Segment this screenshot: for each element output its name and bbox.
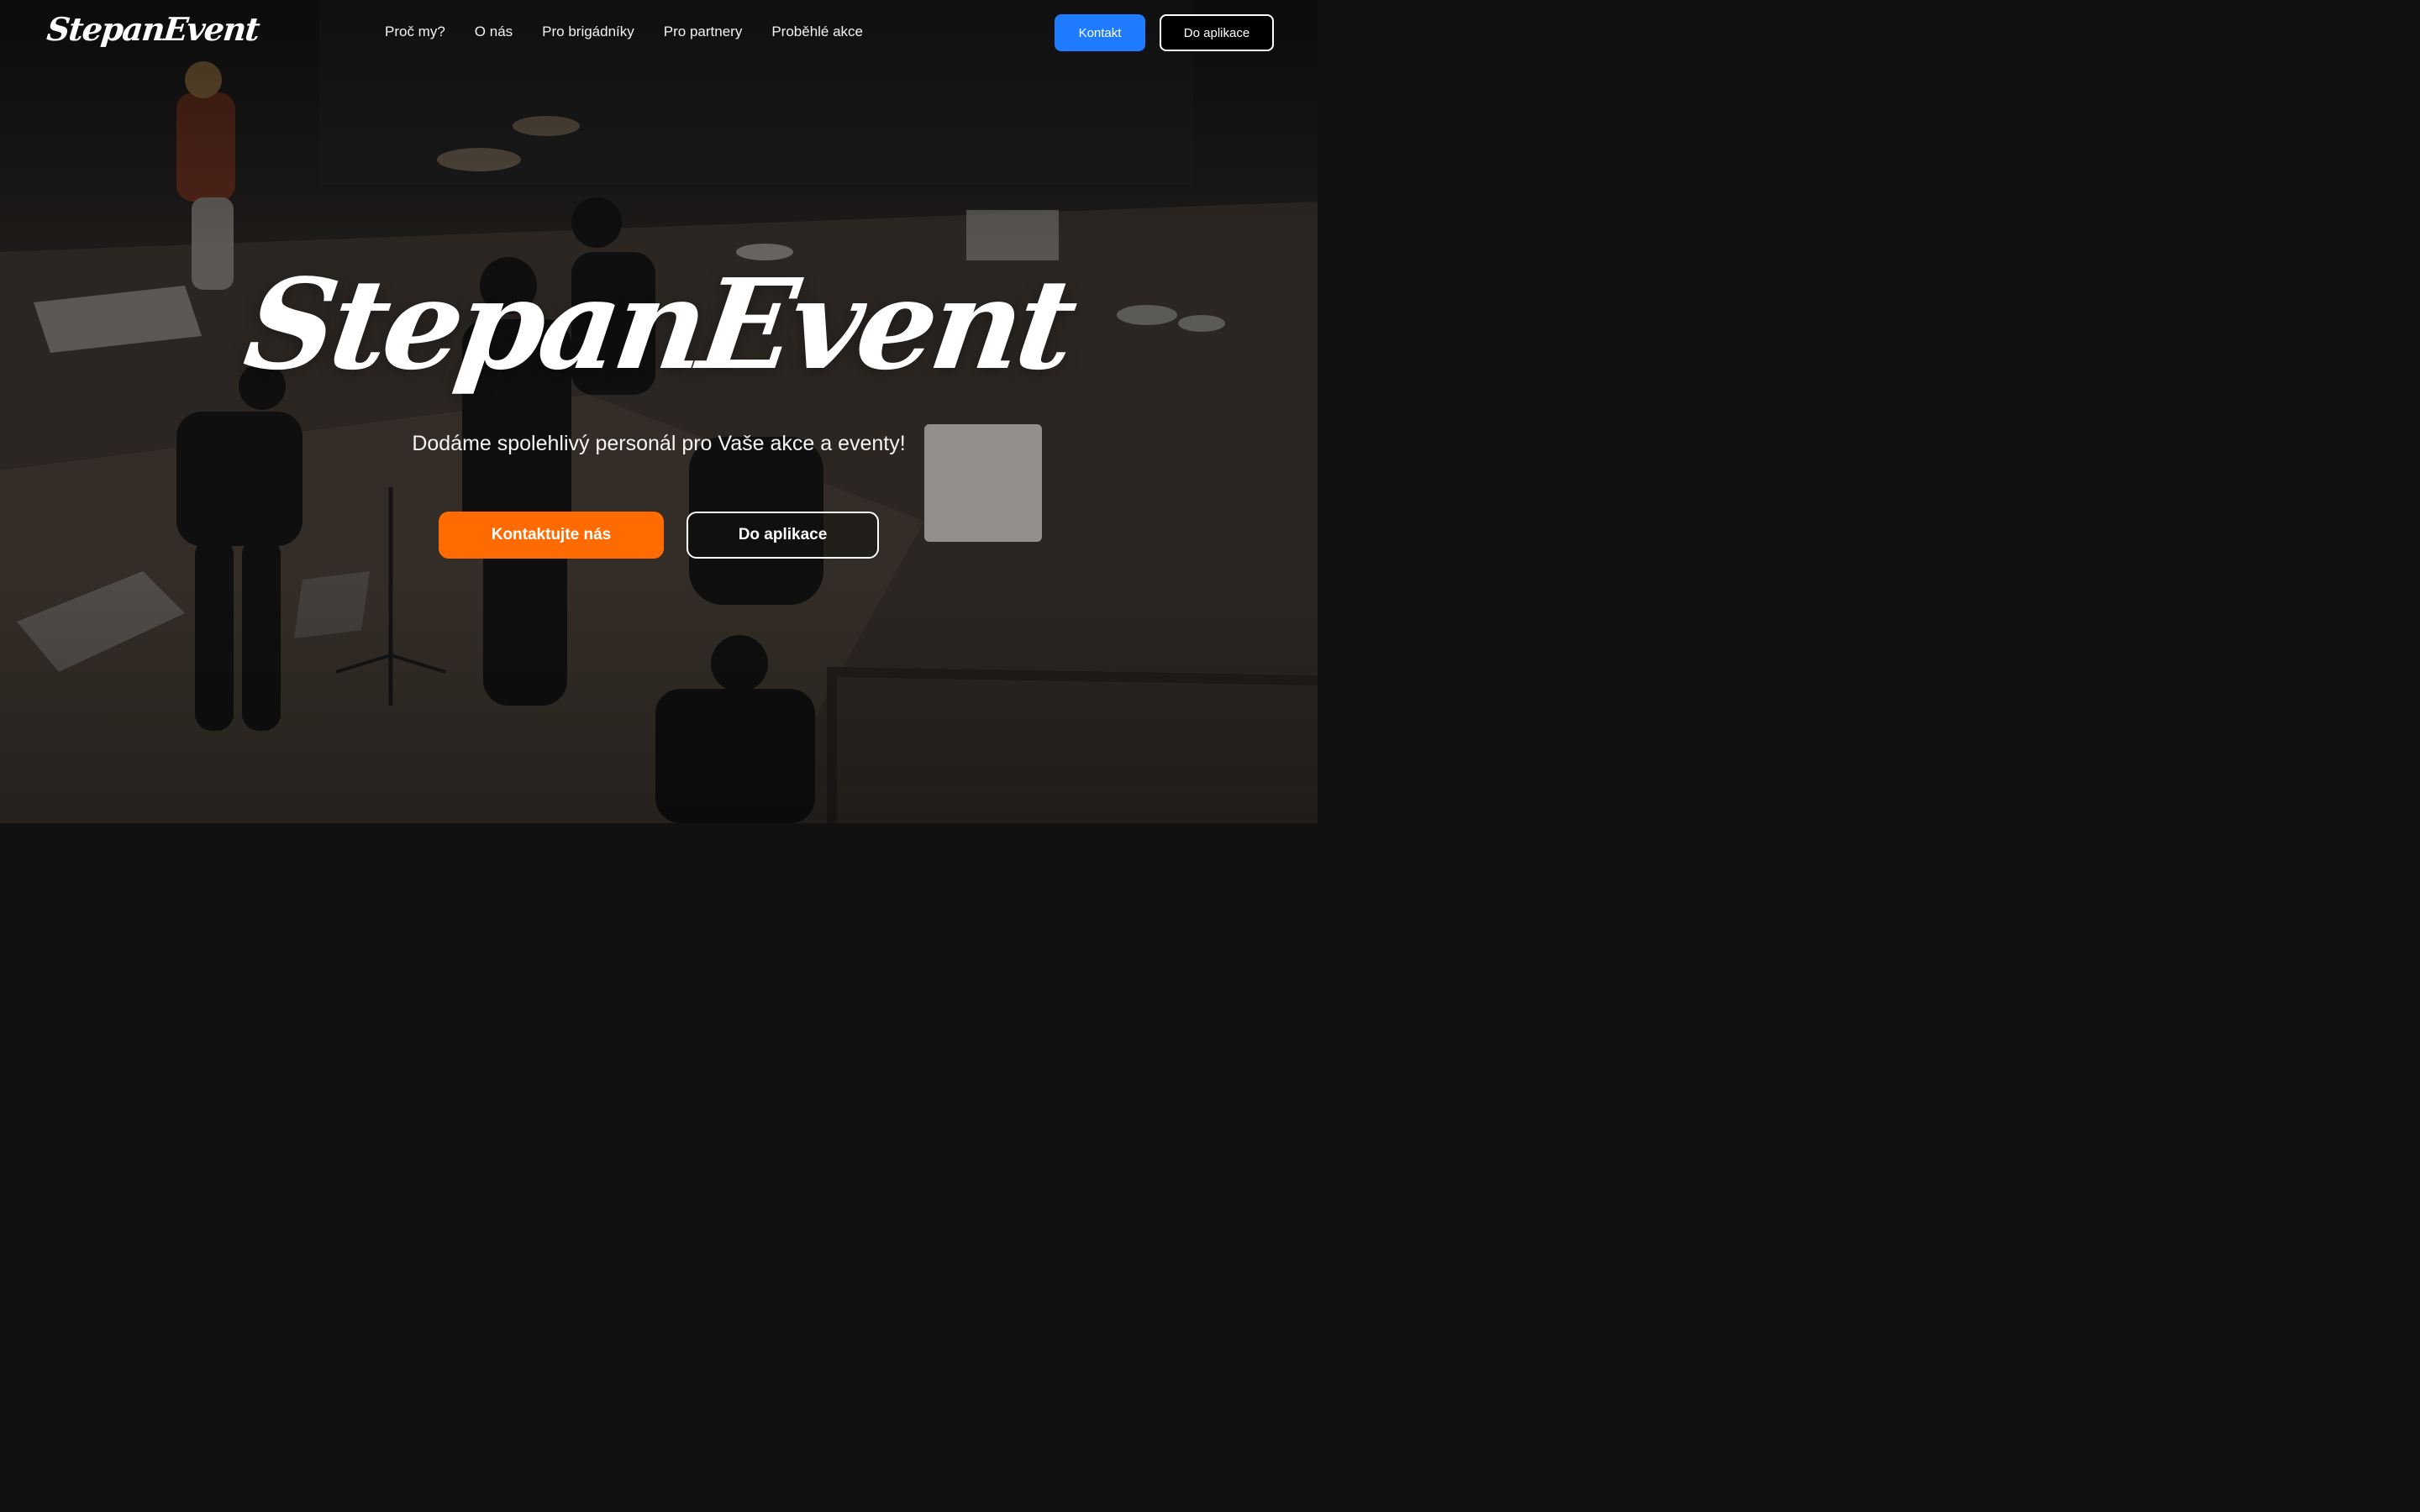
logo[interactable]: StepanEvent — [45, 10, 261, 48]
open-app-button[interactable]: Do aplikace — [687, 512, 879, 559]
contact-us-button[interactable]: Kontaktujte nás — [439, 512, 664, 559]
nav-link-o-nas[interactable]: O nás — [475, 24, 513, 40]
hero-title: StepanEvent — [237, 251, 1081, 397]
nav-link-proc-my[interactable]: Proč my? — [385, 24, 445, 40]
app-button[interactable]: Do aplikace — [1160, 14, 1274, 51]
nav-link-pro-partnery[interactable]: Pro partnery — [664, 24, 743, 40]
contact-button[interactable]: Kontakt — [1055, 14, 1145, 51]
nav-link-pro-brigadniky[interactable]: Pro brigádníky — [542, 24, 634, 40]
hero-section: StepanEvent Proč my? O nás Pro brigádník… — [0, 0, 1318, 823]
nav-link-probehle-akce[interactable]: Proběhlé akce — [771, 24, 863, 40]
dark-overlay — [0, 0, 1318, 823]
nav-links: Proč my? O nás Pro brigádníky Pro partne… — [385, 24, 863, 40]
top-navigation: StepanEvent Proč my? O nás Pro brigádník… — [0, 0, 1318, 67]
hero-subtitle: Dodáme spolehlivý personál pro Vaše akce… — [412, 432, 906, 455]
